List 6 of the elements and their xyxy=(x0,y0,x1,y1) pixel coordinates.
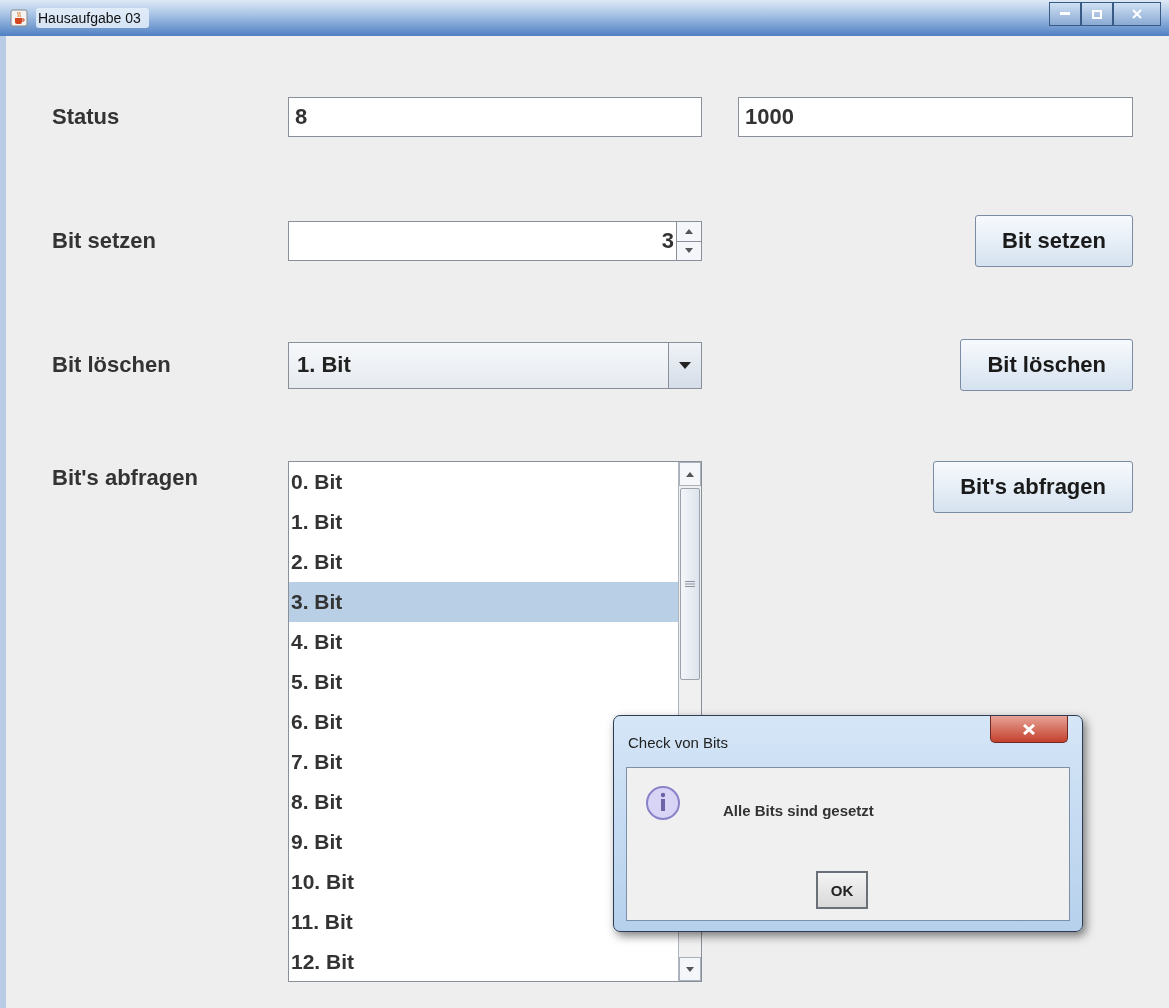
query-bits-label: Bit's abfragen xyxy=(52,465,199,491)
status-label: Status xyxy=(52,104,121,130)
clear-bit-label: Bit löschen xyxy=(52,352,172,378)
window-title: Hausaufgabe 03 xyxy=(36,8,149,28)
dialog-message: Alle Bits sind gesetzt xyxy=(723,802,874,819)
set-bit-label: Bit setzen xyxy=(52,228,157,254)
